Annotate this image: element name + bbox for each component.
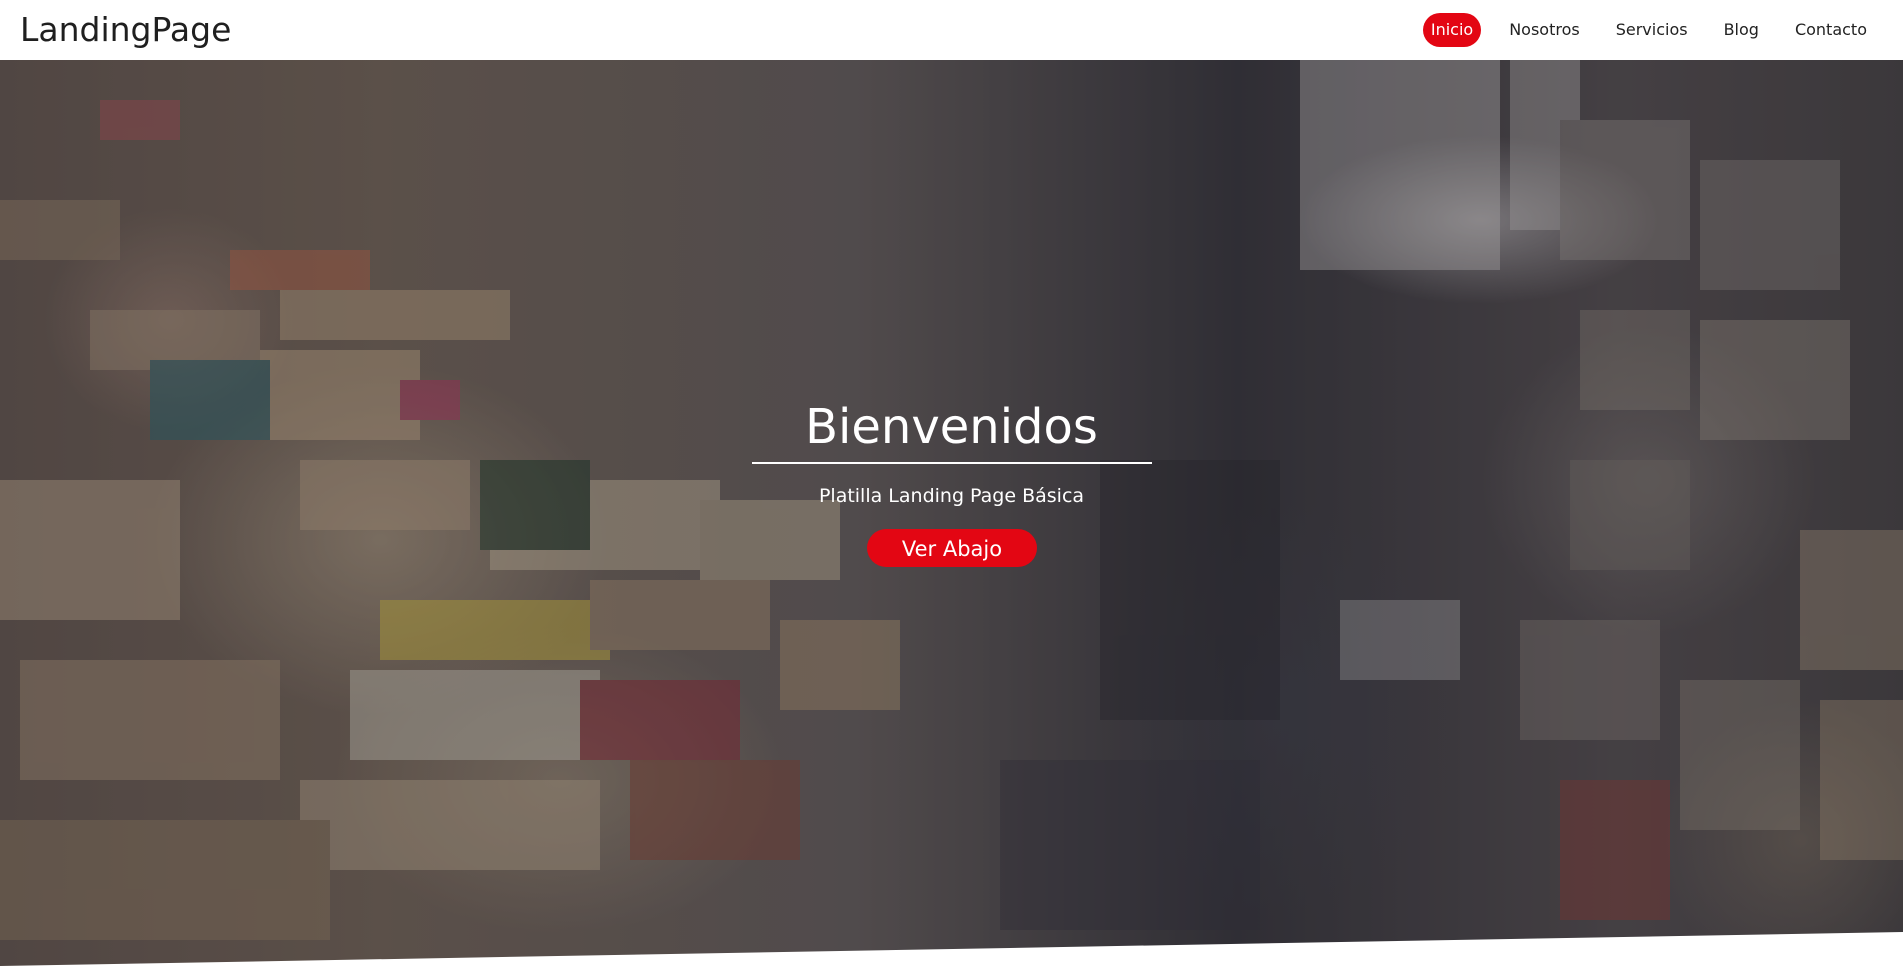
- nav-item-contacto[interactable]: Contacto: [1777, 13, 1885, 47]
- nav-item-inicio[interactable]: Inicio: [1422, 13, 1482, 47]
- nav-item-blog[interactable]: Blog: [1706, 13, 1777, 47]
- main-nav: Inicio Nosotros Servicios Blog Contacto: [1422, 12, 1885, 48]
- hero-section: Bienvenidos Platilla Landing Page Básica…: [0, 60, 1903, 966]
- brand-logo[interactable]: LandingPage: [20, 8, 231, 52]
- nav-item-nosotros[interactable]: Nosotros: [1491, 13, 1598, 47]
- title-underline-divider: [752, 462, 1152, 464]
- hero-subtitle: Platilla Landing Page Básica: [818, 485, 1085, 507]
- nav-item-servicios[interactable]: Servicios: [1598, 13, 1706, 47]
- top-navbar: LandingPage Inicio Nosotros Servicios Bl…: [0, 0, 1903, 60]
- hero-title: Bienvenidos: [805, 399, 1098, 455]
- ver-abajo-button[interactable]: Ver Abajo: [867, 529, 1037, 567]
- hero-bottom-slant: [0, 932, 1903, 966]
- hero-content: Bienvenidos Platilla Landing Page Básica…: [0, 60, 1903, 966]
